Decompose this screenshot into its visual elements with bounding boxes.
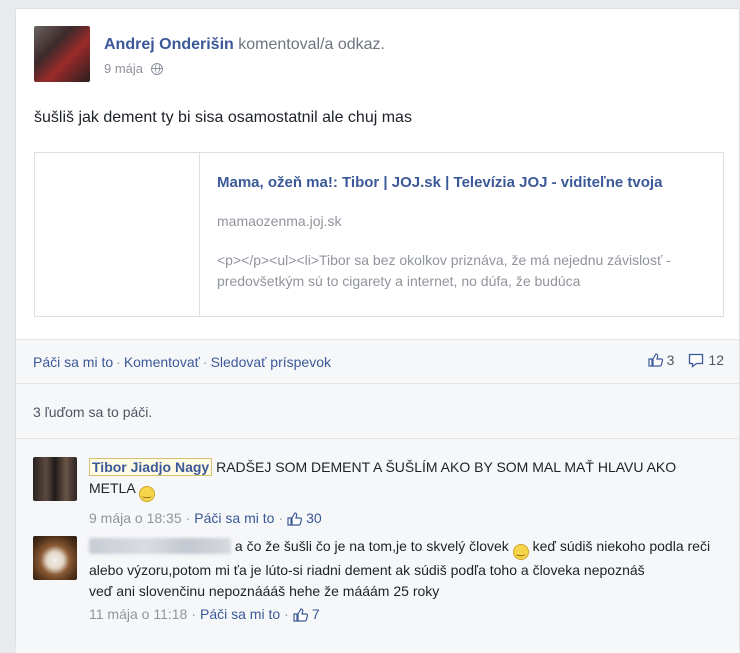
thumbs-up-icon[interactable] [293, 607, 308, 622]
comment-button[interactable]: Komentovať [124, 354, 200, 370]
like-count[interactable]: 3 [667, 352, 675, 368]
post-action-text: komentoval/a odkaz. [238, 36, 385, 53]
thumbs-up-icon[interactable] [287, 511, 303, 526]
post-date-link[interactable]: 9 mája [104, 61, 143, 76]
link-preview-description: <p></p><ul><li>Tibor sa bez okolkov priz… [217, 252, 671, 289]
author-avatar[interactable] [34, 26, 90, 82]
comment-text: a čo že šušli čo je na tom,je to skvelý … [234, 538, 509, 554]
comment-bubble-icon[interactable] [688, 353, 704, 368]
separator: · [284, 606, 289, 622]
follow-post-button[interactable]: Sledovať príspevok [211, 354, 331, 370]
commenter-avatar[interactable] [33, 536, 77, 580]
comment-date-link[interactable]: 9 mája o 18:35 [89, 508, 182, 529]
post-header: Andrej Onderišin komentoval/a odkaz. [104, 36, 385, 54]
comments-list: Tibor Jiadjo Nagy RADŠEJ SOM DEMENT A ŠU… [16, 438, 739, 653]
commenter-avatar[interactable] [33, 457, 77, 501]
comment-date-link[interactable]: 11 mája o 11:18 [89, 604, 187, 625]
commenter-name-link[interactable]: Tibor Jiadjo Nagy [89, 458, 213, 476]
post-actions-bar: Páči sa mi to · Komentovať · Sledovať príspe… [16, 339, 739, 383]
engagement-counts: 3 12 [648, 352, 724, 368]
comment-like-count[interactable]: 7 [312, 604, 320, 625]
link-preview-domain: mamaozenma.joj.sk [217, 213, 342, 229]
globe-icon[interactable] [151, 62, 164, 75]
author-name-link[interactable]: Andrej Onderišin [104, 36, 234, 53]
comment-text-second-line: veď ani slovenčinu nepoznáááš hehe že má… [89, 583, 440, 599]
story-card: Andrej Onderišin komentoval/a odkaz. 9 m… [15, 8, 740, 653]
comment-body: a čo že šušli čo je na tom,je to skvelý … [89, 536, 719, 625]
thumbs-up-icon[interactable] [648, 353, 663, 367]
comment-meta: 9 mája o 18:35 · Páči sa mi to · 30 [89, 508, 719, 529]
comment-like-count[interactable]: 30 [306, 508, 322, 529]
post-meta: 9 mája [104, 61, 164, 76]
comment-count[interactable]: 12 [708, 352, 724, 368]
comment-meta: 11 mája o 11:18 · Páči sa mi to · 7 [89, 604, 719, 625]
smile-emoji-icon: ‿ [138, 486, 155, 502]
like-button[interactable]: Páči sa mi to [33, 354, 113, 370]
link-preview-title[interactable]: Mama, ožeň ma!: Tibor | JOJ.sk | Televíz… [217, 172, 707, 193]
separator: · [116, 354, 121, 370]
smile-emoji-icon: ‿ [512, 544, 529, 560]
likes-summary[interactable]: 3 ľuďom sa to páči. [33, 404, 152, 420]
separator: · [191, 606, 196, 622]
comment-like-button[interactable]: Páči sa mi to [194, 508, 274, 529]
separator: · [185, 510, 191, 526]
blurred-commenter-name[interactable] [89, 538, 231, 554]
link-preview-thumbnail[interactable] [35, 153, 200, 316]
likes-summary-row: 3 ľuďom sa to páči. [16, 383, 739, 438]
link-preview-card[interactable]: Mama, ožeň ma!: Tibor | JOJ.sk | Televíz… [34, 152, 724, 317]
comment-like-button[interactable]: Páči sa mi to [200, 604, 280, 625]
post-actions: Páči sa mi to · Komentovať · Sledovať príspe… [33, 354, 331, 370]
status-text: šušliš jak dement ty bi sisa osamostatni… [34, 109, 412, 126]
comment-body: Tibor Jiadjo Nagy RADŠEJ SOM DEMENT A ŠU… [89, 457, 719, 529]
separator: · [278, 510, 284, 526]
separator: · [202, 354, 208, 370]
